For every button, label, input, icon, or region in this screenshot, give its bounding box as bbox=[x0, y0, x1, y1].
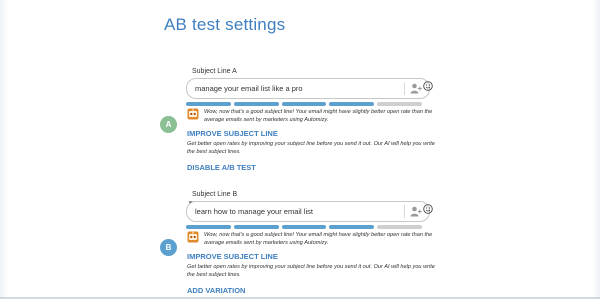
subject-feedback-text: Wow, now that's a good subject line! You… bbox=[204, 109, 433, 123]
smiley-icon[interactable] bbox=[423, 204, 433, 214]
meter-segment bbox=[233, 102, 279, 106]
smiley-icon[interactable] bbox=[423, 81, 433, 91]
disable-ab-test-link[interactable]: DISABLE A/B TEST bbox=[187, 163, 256, 172]
meter-segment bbox=[186, 102, 231, 106]
subject-line-b-input[interactable] bbox=[195, 204, 395, 218]
subject-line-a-label: Subject Line A bbox=[192, 68, 237, 75]
subject-line-b-label: Subject Line B bbox=[192, 191, 238, 198]
person-plus-icon[interactable] bbox=[410, 206, 422, 217]
subject-feedback-text: Wow, now that's a good subject line! You… bbox=[204, 232, 433, 246]
meter-segment bbox=[377, 225, 422, 229]
window-edge-left bbox=[0, 0, 8, 299]
page-title: AB test settings bbox=[164, 15, 286, 34]
robot-icon bbox=[187, 231, 199, 243]
improve-help-text: Get better open rates by improving your … bbox=[187, 264, 435, 278]
subject-score-meter bbox=[186, 225, 422, 229]
meter-segment bbox=[329, 102, 375, 106]
field-divider bbox=[404, 82, 405, 95]
subject-line-a-input[interactable] bbox=[195, 81, 395, 95]
variant-b-badge: B bbox=[160, 239, 177, 256]
subject-score-meter bbox=[186, 102, 422, 106]
meter-segment bbox=[377, 102, 422, 106]
robot-icon bbox=[187, 108, 199, 120]
variant-a-badge: A bbox=[160, 116, 177, 133]
improve-subject-line-a-link[interactable]: IMPROVE SUBJECT LINE bbox=[187, 129, 278, 138]
meter-segment bbox=[233, 225, 279, 229]
meter-segment bbox=[281, 225, 327, 229]
meter-segment bbox=[329, 225, 375, 229]
subject-line-b-field bbox=[186, 201, 430, 222]
field-divider bbox=[404, 205, 405, 218]
person-plus-icon[interactable] bbox=[410, 83, 422, 94]
subject-line-a-field bbox=[186, 78, 430, 99]
window-edge-right bbox=[592, 0, 600, 299]
improve-subject-line-b-link[interactable]: IMPROVE SUBJECT LINE bbox=[187, 252, 278, 261]
meter-segment bbox=[281, 102, 327, 106]
add-variation-link[interactable]: ADD VARIATION bbox=[187, 286, 245, 295]
meter-segment bbox=[186, 225, 231, 229]
improve-help-text: Get better open rates by improving your … bbox=[187, 141, 435, 155]
